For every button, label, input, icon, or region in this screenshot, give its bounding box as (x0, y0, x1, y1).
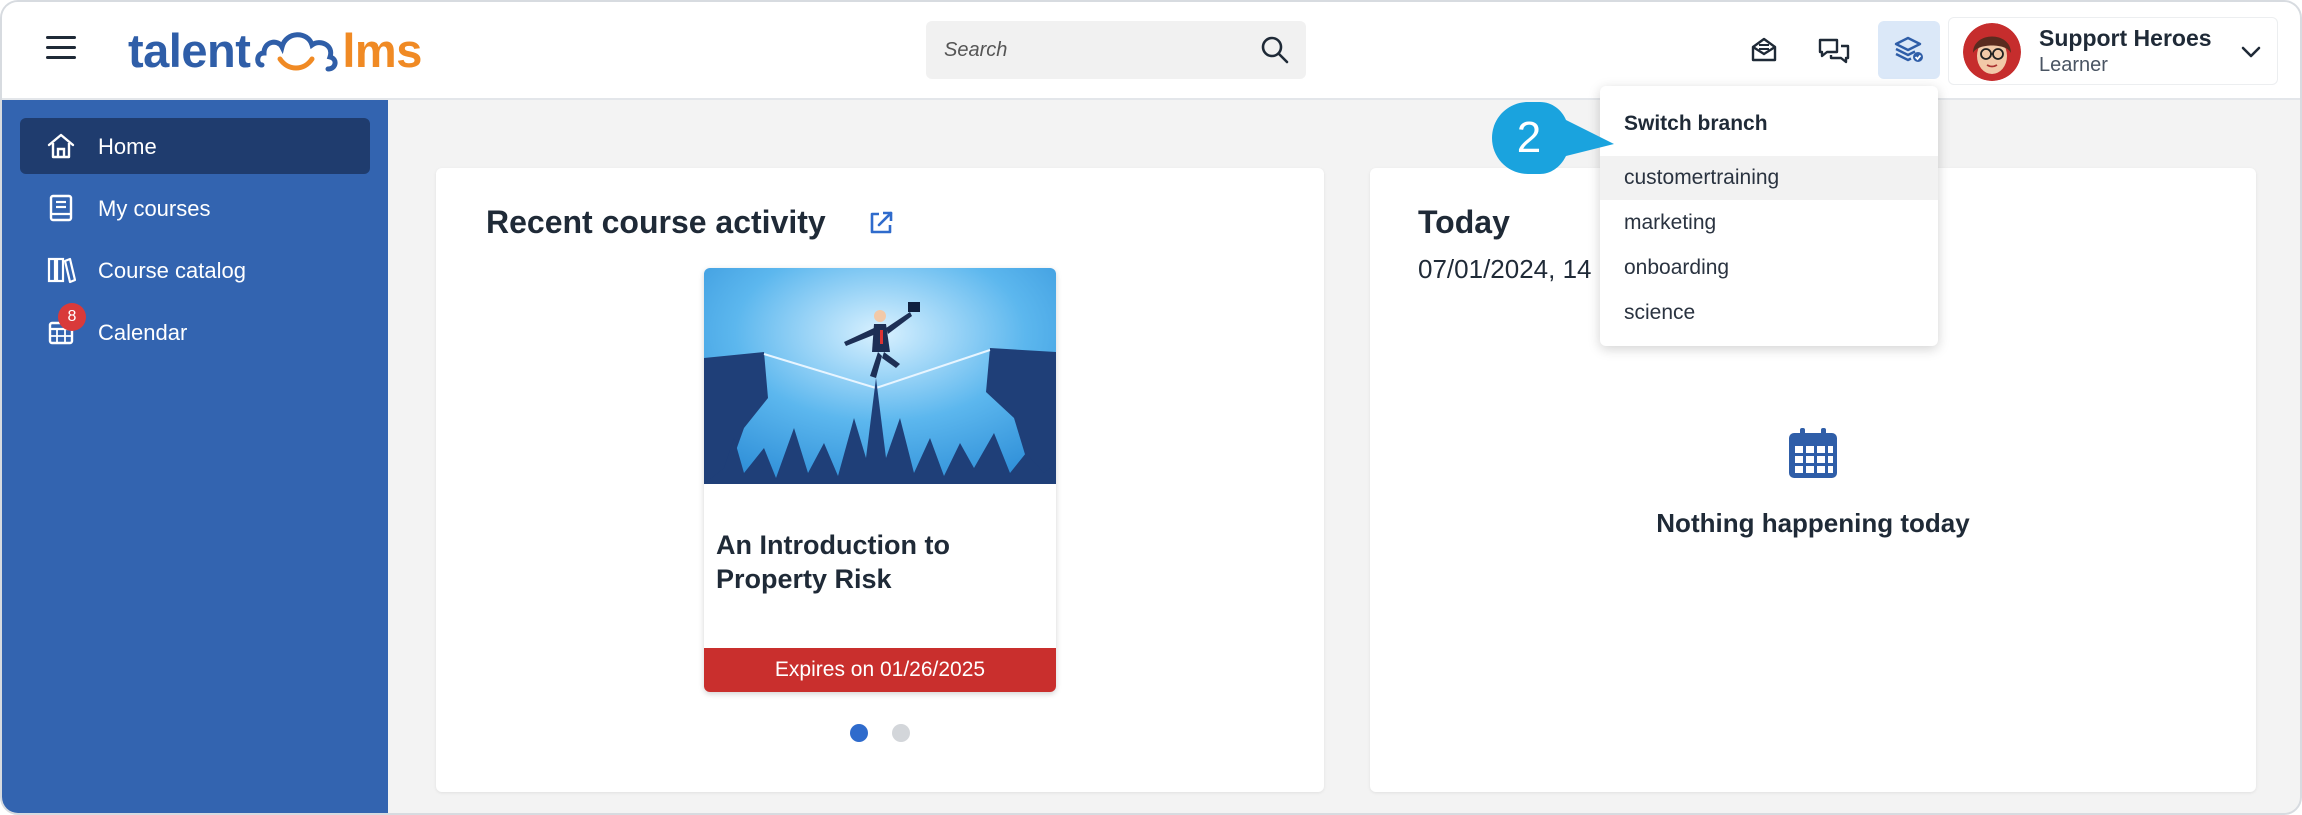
talentlms-logo[interactable]: talent lms (128, 20, 422, 80)
switch-branch-button[interactable] (1878, 21, 1940, 79)
carousel-dots (850, 724, 910, 742)
avatar (1963, 23, 2021, 81)
catalog-icon (47, 257, 76, 284)
sidebar-item-label: Course catalog (98, 258, 246, 283)
empty-state-message: Nothing happening today (1656, 508, 1970, 538)
expiry-banner: Expires on 01/26/2025 (704, 648, 1056, 692)
sidebar-item-my-courses[interactable]: My courses (20, 180, 370, 236)
branch-item-marketing[interactable]: marketing (1600, 201, 1938, 245)
chat-icon (1818, 38, 1850, 64)
today-date: 07/01/2024, 14 (1418, 254, 1592, 284)
logo-text-talent: talent (128, 23, 251, 77)
carousel-dot-1[interactable] (850, 724, 868, 742)
sidebar-item-label: Home (98, 134, 157, 159)
carousel-dot-2[interactable] (892, 724, 910, 742)
external-link-icon[interactable] (866, 208, 896, 238)
step-number: 2 (1516, 113, 1542, 162)
cloud-icon (255, 32, 338, 72)
user-role: Learner (2039, 54, 2108, 76)
inbox-button[interactable] (1742, 28, 1786, 72)
sidebar-item-label: My courses (98, 196, 211, 221)
course-card[interactable]: An Introduction to Property Risk Expires… (704, 268, 1056, 692)
recent-activity-title: Recent course activity (486, 204, 826, 240)
branch-item-onboarding[interactable]: onboarding (1600, 246, 1938, 290)
home-icon (47, 133, 75, 159)
notification-badge: 8 (58, 303, 86, 331)
inbox-icon (1751, 37, 1777, 62)
sidebar-item-label: Calendar (98, 320, 188, 345)
calendar-icon (1789, 428, 1837, 478)
chevron-down-icon (2241, 46, 2261, 58)
search-icon[interactable] (1260, 35, 1290, 65)
menu-icon[interactable] (46, 36, 76, 62)
sidebar-item-calendar[interactable]: 8 Calendar (20, 303, 370, 360)
app-window: talent lms Search Support Heroes Learner… (0, 0, 2302, 815)
sidebar-item-home[interactable]: Home (20, 118, 370, 174)
course-thumbnail (704, 268, 1056, 484)
branch-item-science[interactable]: science (1600, 291, 1938, 335)
user-menu[interactable]: Support Heroes Learner (1948, 17, 2278, 85)
branch-layers-icon (1894, 36, 1923, 62)
top-header: talent lms Search Support Heroes Learner (2, 2, 2300, 100)
user-name: Support Heroes (2039, 25, 2212, 51)
discussions-button[interactable] (1812, 28, 1856, 72)
search-box (926, 21, 1306, 79)
sidebar-item-course-catalog[interactable]: Course catalog (20, 242, 370, 298)
book-icon (49, 194, 73, 222)
recent-activity-card: Recent course activity An Introduction t… (436, 168, 1324, 792)
branch-item-customertraining[interactable]: customertraining (1600, 156, 1938, 200)
search-input[interactable] (926, 21, 1246, 79)
switch-branch-dropdown: Switch branch customertraining marketing… (1600, 86, 1938, 346)
logo-text-lms: lms (342, 23, 422, 77)
dropdown-title: Switch branch (1624, 112, 1768, 135)
sidebar: Home My courses Course catalog 8 Calenda… (2, 100, 388, 813)
today-title: Today (1418, 204, 1510, 240)
course-title: An Introduction to Property Risk (716, 530, 950, 594)
